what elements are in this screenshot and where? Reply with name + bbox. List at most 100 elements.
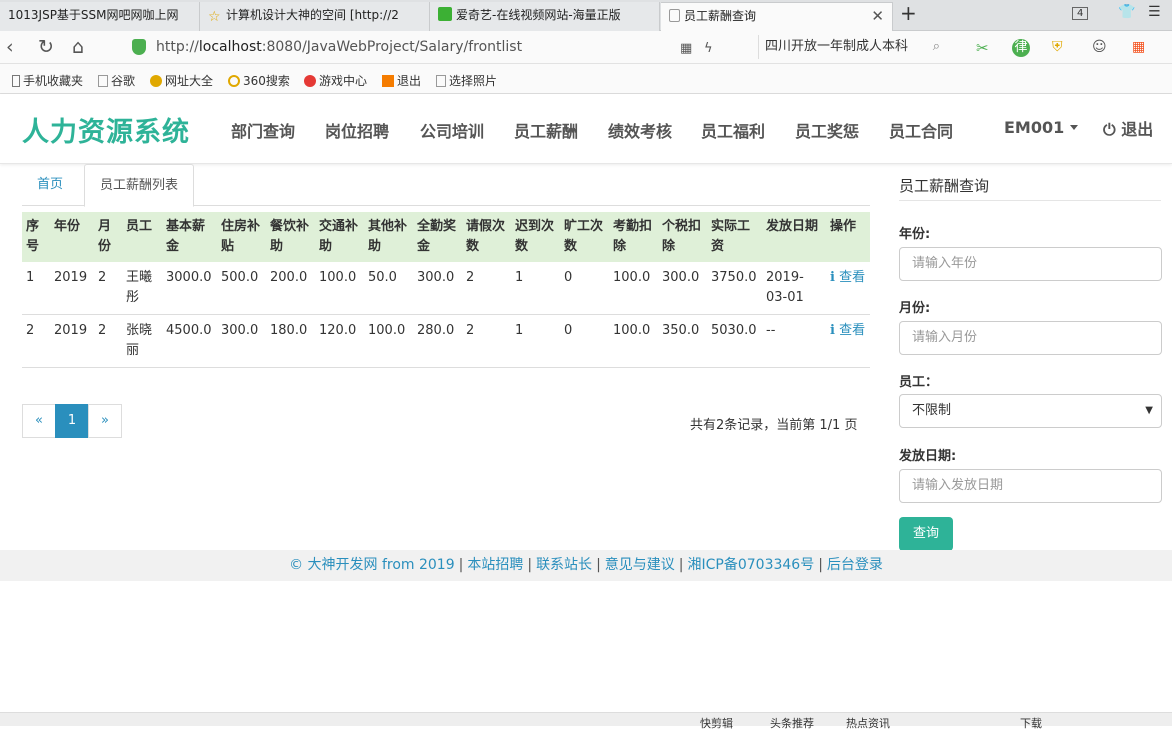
security-shield-icon bbox=[132, 39, 146, 55]
back-icon[interactable]: ‹ bbox=[6, 36, 14, 58]
col-header: 迟到次数 bbox=[511, 212, 560, 262]
globe-icon bbox=[150, 75, 162, 87]
user-name: EM001 bbox=[1004, 118, 1065, 137]
tab-salary-list[interactable]: 员工薪酬列表 bbox=[84, 164, 195, 207]
view-label: 查看 bbox=[839, 270, 866, 285]
query-button[interactable]: 查询 bbox=[899, 517, 953, 551]
nav-item-performance[interactable]: 绩效考核 bbox=[608, 118, 672, 142]
nav-item-welfare[interactable]: 员工福利 bbox=[701, 118, 765, 142]
bookmark-item[interactable]: 游戏中心 bbox=[304, 72, 367, 89]
col-header: 餐饮补助 bbox=[266, 212, 315, 262]
emoji-icon[interactable]: ☺ bbox=[1092, 39, 1107, 55]
pagination: « 1 » bbox=[22, 404, 122, 438]
page-icon bbox=[669, 9, 680, 22]
nav-item-salary[interactable]: 员工薪酬 bbox=[514, 118, 578, 142]
table-cell: 3750.0 bbox=[707, 262, 762, 315]
nav-item-training[interactable]: 公司培训 bbox=[420, 118, 484, 142]
table-cell: 300.0 bbox=[413, 262, 462, 315]
date-label: 发放日期: bbox=[899, 449, 957, 464]
footer-link-admin[interactable]: 后台登录 bbox=[827, 557, 883, 573]
browser-search-field[interactable]: 四川开放一年制成人本科 ⌕ bbox=[758, 35, 948, 59]
logout-button[interactable]: ⏻ 退出 bbox=[1103, 116, 1153, 140]
browser-tab[interactable]: 1013JSP基于SSM网吧网咖上网 bbox=[0, 2, 200, 31]
close-icon[interactable]: ✕ bbox=[871, 3, 884, 30]
scissors-icon[interactable]: ✂ bbox=[976, 39, 989, 57]
page-1-button[interactable]: 1 bbox=[55, 404, 89, 438]
grid-icon[interactable]: ▦ bbox=[680, 41, 692, 56]
bookmark-label: 网址大全 bbox=[165, 74, 214, 88]
new-tab-button[interactable]: + bbox=[900, 1, 917, 25]
employee-select[interactable]: 不限制 ▼ bbox=[899, 394, 1162, 428]
col-header: 其他补助 bbox=[364, 212, 413, 262]
view-link[interactable]: i 查看 bbox=[830, 270, 865, 285]
table-cell: i 查看 bbox=[826, 314, 870, 368]
url-field[interactable]: http://localhost:8080/JavaWebProject/Sal… bbox=[156, 39, 522, 55]
search-icon[interactable]: ⌕ bbox=[933, 35, 940, 59]
home-icon[interactable]: ⌂ bbox=[72, 36, 84, 58]
browser-tab[interactable]: 爱奇艺-在线视频网站-海量正版 bbox=[430, 2, 660, 31]
table-cell: 王曦彤 bbox=[122, 262, 162, 315]
table-header-row: 序号 年份 月份 员工 基本薪金 住房补贴 餐饮补助 交通补助 其他补助 全勤奖… bbox=[22, 212, 870, 262]
bookmark-label: 选择照片 bbox=[449, 74, 498, 88]
col-header: 个税扣除 bbox=[658, 212, 707, 262]
apps-icon[interactable]: ▦ bbox=[1132, 39, 1145, 55]
footer-copyright[interactable]: © 大神开发网 from 2019 bbox=[289, 557, 455, 573]
shield-plugin-icon[interactable]: ⛨ bbox=[1052, 39, 1063, 55]
date-input[interactable]: 请输入发放日期 bbox=[899, 469, 1162, 503]
bookmark-item[interactable]: 谷歌 bbox=[98, 72, 135, 89]
star-icon: ☆ bbox=[208, 9, 221, 25]
status-item[interactable]: 头条推荐 bbox=[770, 715, 814, 731]
bookmark-item[interactable]: 选择照片 bbox=[436, 72, 497, 89]
browser-tabbar: 1013JSP基于SSM网吧网咖上网 ☆ 计算机设计大神的空间 [http://2… bbox=[0, 0, 1172, 31]
table-row: 1 2019 2 王曦彤 3000.0 500.0 200.0 100.0 50… bbox=[22, 262, 870, 315]
info-icon: i bbox=[830, 323, 835, 338]
360-icon bbox=[228, 75, 240, 87]
footer-link-icp[interactable]: 湘ICP备0703346号 bbox=[688, 557, 815, 573]
col-header: 旷工次数 bbox=[560, 212, 609, 262]
table-cell: 280.0 bbox=[413, 314, 462, 368]
status-item[interactable]: 快剪辑 bbox=[700, 715, 733, 731]
status-item[interactable]: 热点资讯 bbox=[846, 715, 890, 731]
lightning-icon[interactable]: ϟ bbox=[704, 41, 713, 56]
footer-link-contact[interactable]: 联系站长 bbox=[536, 557, 592, 573]
table-cell: 2 bbox=[94, 262, 122, 315]
prev-page-button[interactable]: « bbox=[22, 404, 56, 438]
table-cell: 2 bbox=[462, 314, 511, 368]
brand-logo[interactable]: 人力资源系统 bbox=[22, 110, 190, 149]
menu-icon[interactable]: ☰ bbox=[1148, 4, 1161, 20]
footer-link-jobs[interactable]: 本站招聘 bbox=[467, 557, 523, 573]
plugin-icon[interactable]: 律 bbox=[1012, 39, 1030, 57]
col-header: 基本薪金 bbox=[162, 212, 217, 262]
employee-select-value: 不限制 bbox=[912, 403, 952, 418]
browser-tab-active[interactable]: 员工薪酬查询 ✕ bbox=[661, 2, 893, 31]
app-navbar: 人力资源系统 部门查询 岗位招聘 公司培训 员工薪酬 绩效考核 员工福利 员工奖… bbox=[0, 94, 1172, 164]
view-link[interactable]: i 查看 bbox=[830, 323, 865, 338]
nav-item-contract[interactable]: 员工合同 bbox=[889, 118, 953, 142]
next-page-button[interactable]: » bbox=[88, 404, 122, 438]
table-row: 2 2019 2 张晓丽 4500.0 300.0 180.0 120.0 10… bbox=[22, 314, 870, 368]
bookmark-item[interactable]: 退出 bbox=[382, 72, 421, 89]
bookmark-item[interactable]: 360搜索 bbox=[228, 72, 290, 89]
nav-item-department[interactable]: 部门查询 bbox=[231, 118, 295, 142]
view-label: 查看 bbox=[839, 323, 866, 338]
table-cell: 100.0 bbox=[364, 314, 413, 368]
nav-item-rewards[interactable]: 员工奖惩 bbox=[795, 118, 859, 142]
nav-item-recruitment[interactable]: 岗位招聘 bbox=[325, 118, 389, 142]
browser-tab[interactable]: ☆ 计算机设计大神的空间 [http://2 bbox=[200, 2, 430, 31]
breadcrumb-tabs: 首页 员工薪酬列表 bbox=[22, 164, 870, 207]
tab-count-badge[interactable]: 4 bbox=[1072, 7, 1089, 20]
table-cell: 2 bbox=[462, 262, 511, 315]
footer-separator: | bbox=[818, 557, 823, 573]
table-cell: 2 bbox=[22, 314, 50, 368]
tab-title: 计算机设计大神的空间 [http://2 bbox=[226, 8, 399, 22]
shirt-icon[interactable]: 👕 bbox=[1118, 4, 1135, 20]
status-item[interactable]: 下载 bbox=[1020, 715, 1042, 731]
user-dropdown[interactable]: EM001 bbox=[1004, 118, 1079, 137]
bookmark-item[interactable]: 手机收藏夹 bbox=[12, 72, 83, 89]
tab-home[interactable]: 首页 bbox=[22, 164, 78, 206]
footer-link-feedback[interactable]: 意见与建议 bbox=[605, 557, 675, 573]
month-input[interactable]: 请输入月份 bbox=[899, 321, 1162, 355]
reload-icon[interactable]: ↻ bbox=[38, 36, 54, 58]
bookmark-item[interactable]: 网址大全 bbox=[150, 72, 213, 89]
year-input[interactable]: 请输入年份 bbox=[899, 247, 1162, 281]
